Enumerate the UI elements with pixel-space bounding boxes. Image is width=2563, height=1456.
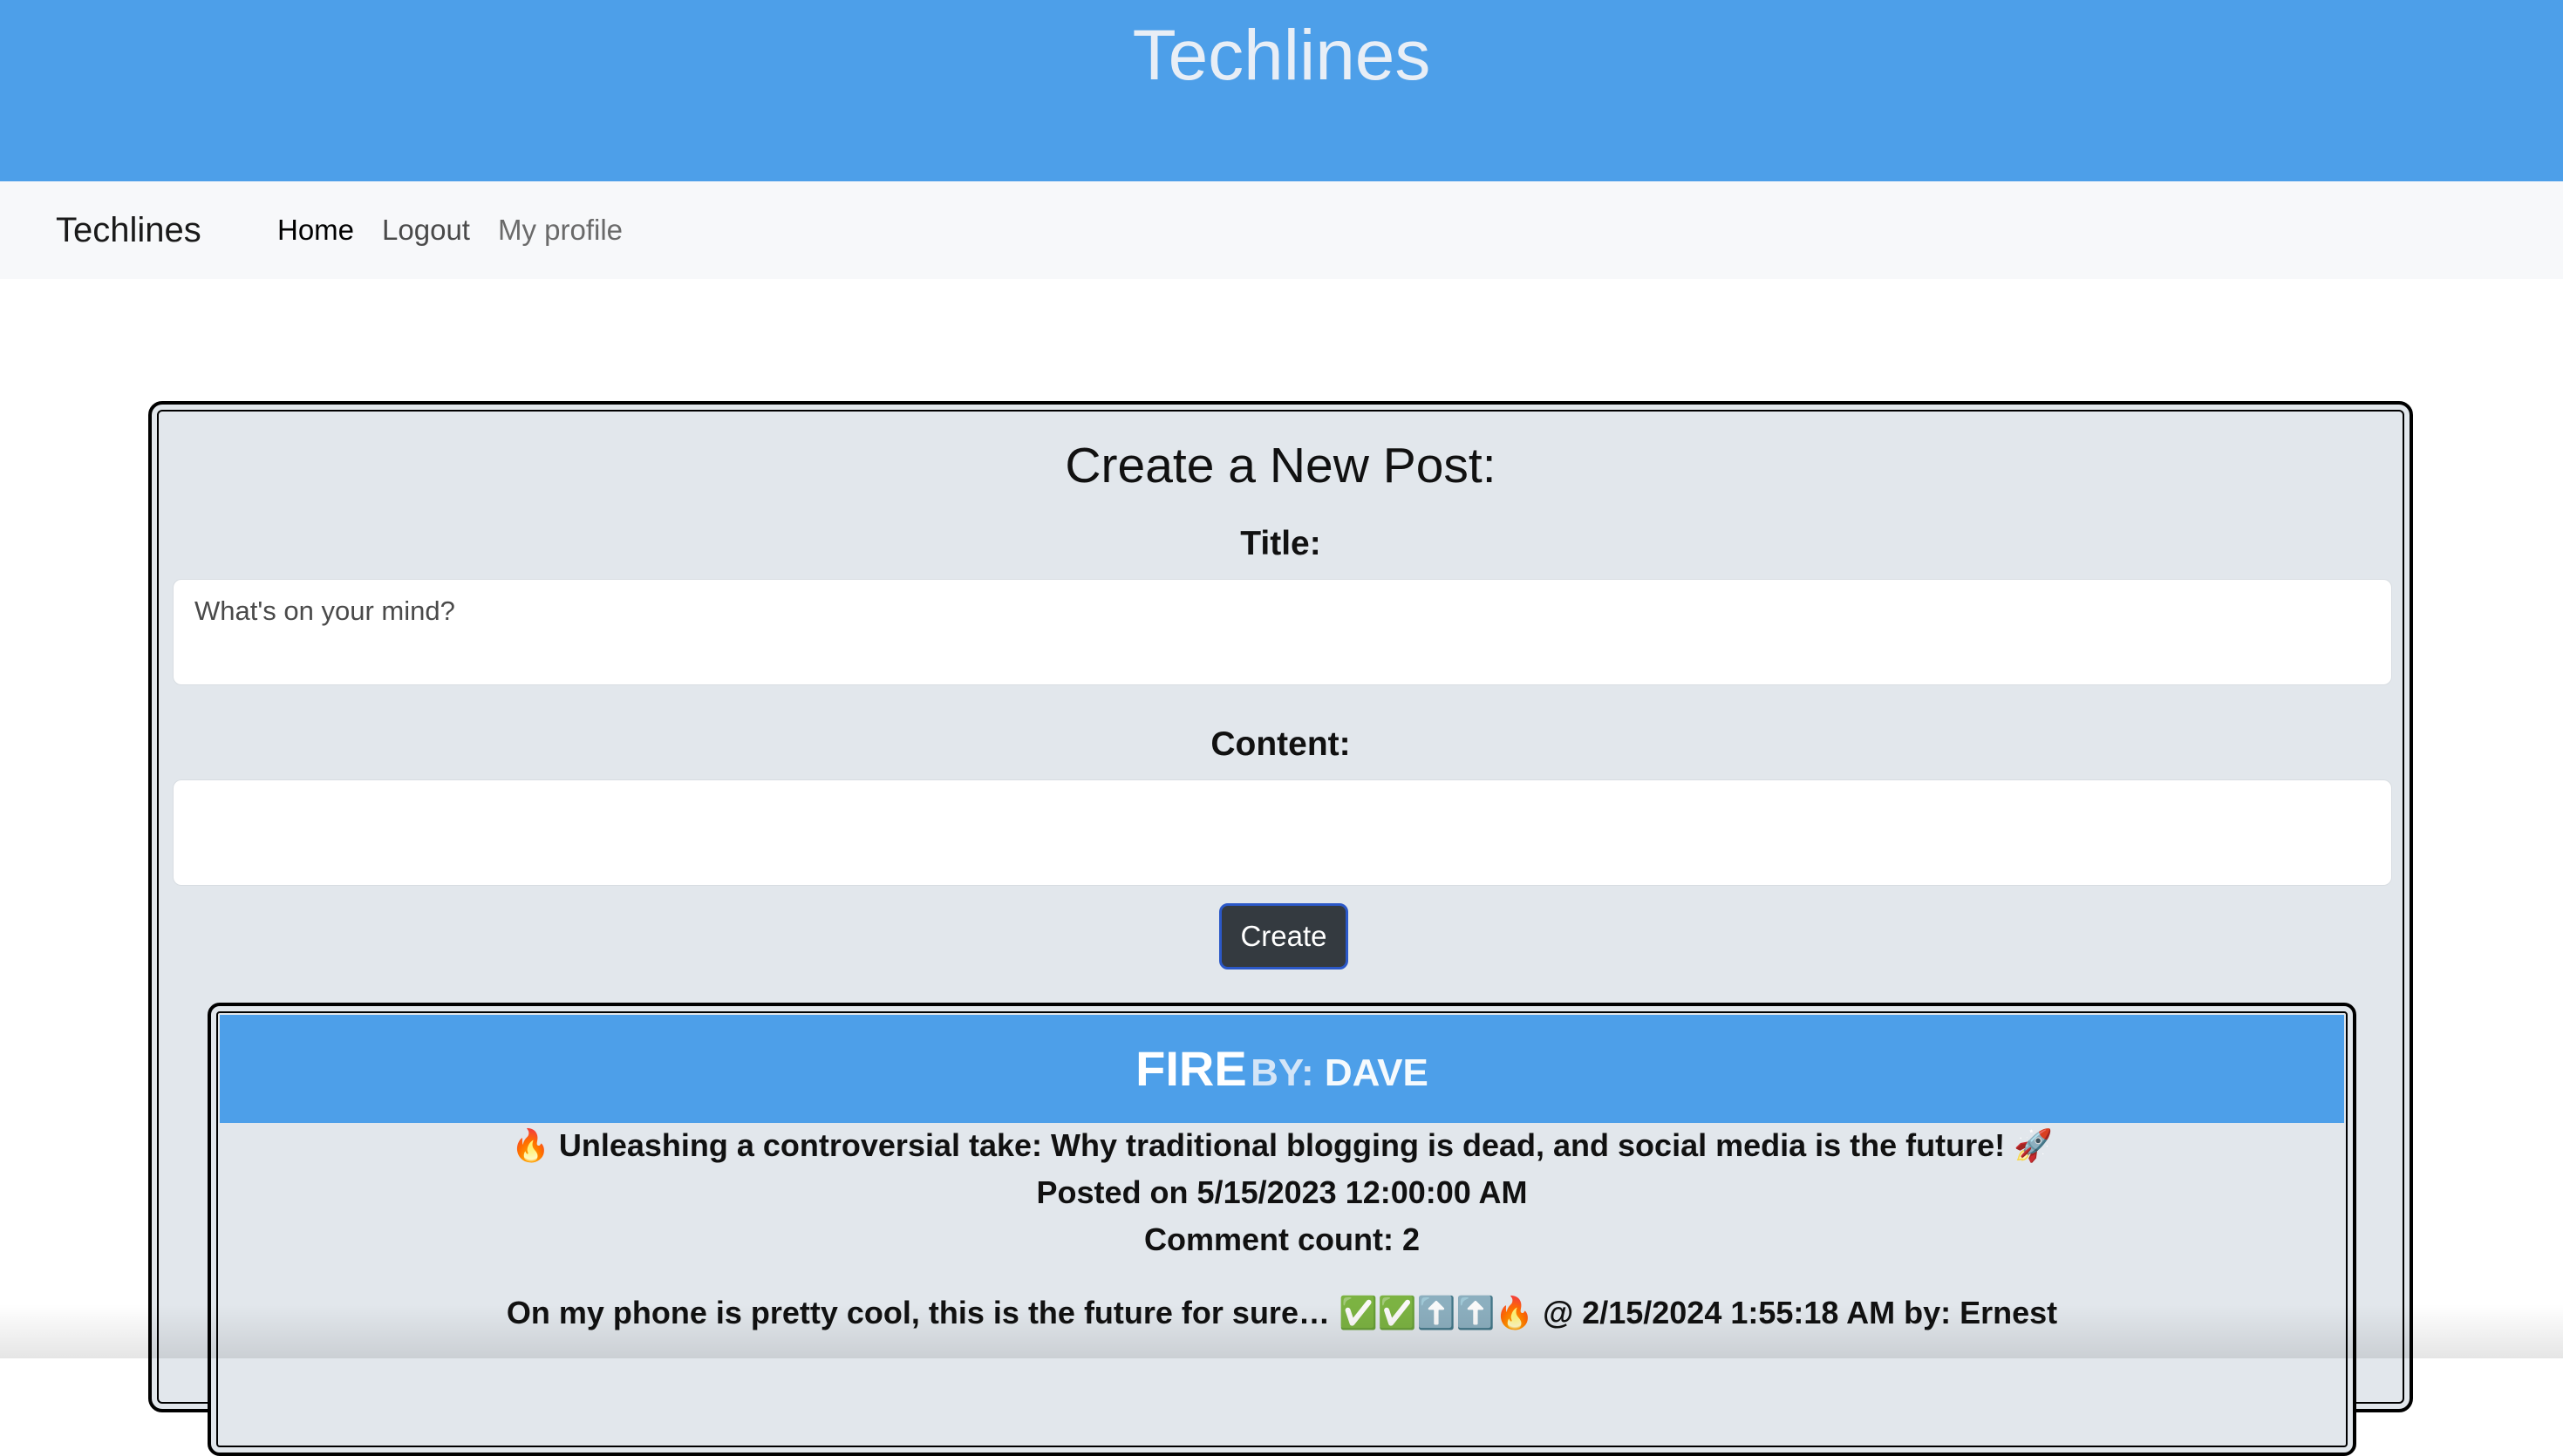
post-title: FIRE xyxy=(1135,1041,1247,1096)
post-author: DAVE xyxy=(1324,1051,1428,1094)
content-label: Content: xyxy=(1210,725,1351,763)
post-card: FIRE BY: DAVE 🔥 Unleashing a controversi… xyxy=(208,1003,2356,1456)
banner-title: Techlines xyxy=(1132,16,1431,95)
nav-link-my-profile[interactable]: My profile xyxy=(498,209,623,251)
nav-link-logout[interactable]: Logout xyxy=(382,209,470,251)
navbar: Techlines Home Logout My profile xyxy=(0,181,2563,279)
create-post-heading: Create a New Post: xyxy=(1065,438,1496,493)
nav-links: Home Logout My profile xyxy=(277,209,623,251)
navbar-brand[interactable]: Techlines xyxy=(56,208,201,253)
title-label: Title: xyxy=(1240,525,1321,562)
post-comment-count: Comment count: 2 xyxy=(1143,1221,1420,1257)
site-banner: Techlines xyxy=(0,0,2563,181)
title-input[interactable] xyxy=(173,579,2392,685)
create-post-card: Create a New Post: Title: Content: Creat… xyxy=(148,401,2413,1456)
post-byline: BY: DAVE xyxy=(1251,1051,1428,1094)
nav-link-home[interactable]: Home xyxy=(277,209,354,251)
post-body: 🔥 Unleashing a controversial take: Why t… xyxy=(511,1127,2053,1163)
post-by-prefix: BY: xyxy=(1251,1051,1314,1094)
post-date: Posted on 5/15/2023 12:00:00 AM xyxy=(1036,1174,1528,1210)
comment-item: On my phone is pretty cool, this is the … xyxy=(506,1295,2058,1330)
post-header: FIRE BY: DAVE xyxy=(220,1015,2344,1123)
create-button[interactable]: Create xyxy=(1219,903,1348,970)
content-input[interactable] xyxy=(173,779,2392,886)
